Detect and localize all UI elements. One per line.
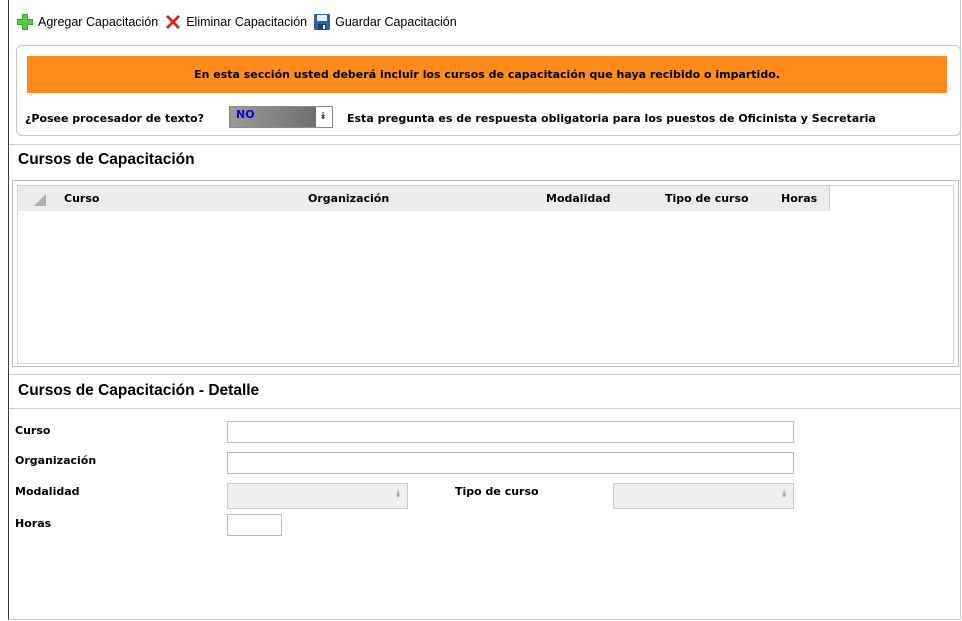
add-training-button[interactable]: Agregar Capacitación: [16, 13, 158, 31]
delete-training-button[interactable]: Eliminar Capacitación: [164, 13, 307, 31]
double-chevron-down-icon: ⯯: [781, 489, 787, 500]
courses-grid: Curso Organización Modalidad Tipo de cur…: [12, 180, 959, 367]
info-banner: En esta sección usted deberá incluir los…: [27, 56, 947, 93]
toolbar: Agregar Capacitación Eliminar Capacitaci…: [16, 10, 463, 34]
resize-corner-icon: [34, 194, 46, 206]
column-header-tipo-de-curso[interactable]: Tipo de curso: [661, 186, 777, 211]
courses-grid-body: Curso Organización Modalidad Tipo de cur…: [17, 185, 954, 364]
double-chevron-down-icon: ⯯: [395, 489, 401, 500]
info-panel: En esta sección usted deberá incluir los…: [16, 45, 961, 136]
divider: [9, 408, 961, 409]
divider: [9, 144, 961, 145]
modalidad-label: Modalidad: [15, 485, 80, 498]
organizacion-input[interactable]: [227, 452, 794, 474]
delete-training-label: Eliminar Capacitación: [186, 15, 308, 29]
save-training-label: Guardar Capacitación: [335, 15, 457, 29]
modalidad-select[interactable]: ⯯: [227, 483, 408, 509]
grid-header: Curso Organización Modalidad Tipo de cur…: [18, 186, 830, 211]
word-processor-select[interactable]: NO ⯯: [229, 106, 333, 128]
plus-icon: [17, 14, 33, 30]
x-icon: [166, 15, 181, 29]
column-header-curso[interactable]: Curso: [18, 186, 304, 211]
word-processor-question-label: ¿Posee procesador de texto?: [25, 112, 204, 125]
tipo-de-curso-label: Tipo de curso: [455, 485, 539, 498]
organizacion-label: Organización: [15, 454, 97, 467]
horas-input[interactable]: [227, 514, 282, 536]
curso-label: Curso: [15, 424, 51, 437]
detail-section-title: Cursos de Capacitación - Detalle: [18, 382, 260, 399]
add-training-label: Agregar Capacitación: [38, 15, 159, 29]
column-header-horas[interactable]: Horas: [777, 186, 830, 211]
tipo-de-curso-select[interactable]: ⯯: [613, 483, 794, 509]
grid-section-title: Cursos de Capacitación: [18, 151, 195, 168]
save-training-button[interactable]: Guardar Capacitación: [313, 13, 457, 31]
column-header-organizacion[interactable]: Organización: [304, 186, 542, 211]
curso-input[interactable]: [227, 421, 794, 443]
word-processor-value: NO: [230, 107, 316, 127]
mandatory-note: Esta pregunta es de respuesta obligatori…: [347, 112, 876, 125]
double-chevron-down-icon: ⯯: [320, 111, 326, 122]
column-header-modalidad[interactable]: Modalidad: [542, 186, 661, 211]
horas-label: Horas: [15, 517, 52, 530]
divider: [9, 374, 961, 375]
floppy-disk-icon: [314, 14, 331, 30]
